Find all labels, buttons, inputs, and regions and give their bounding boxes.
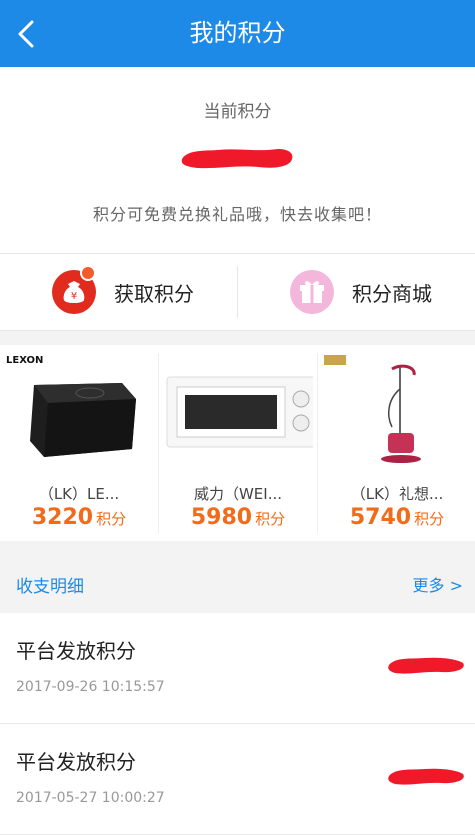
product-carousel: LEXON （LK）LE... 3220 积分 威力（WEI... 5980 积分 <box>0 345 475 541</box>
brand-logo <box>324 355 346 365</box>
record-name: 平台发放积分 <box>16 750 136 774</box>
record-time: 2017-05-27 10:00:27 <box>16 790 165 806</box>
record-amount-redacted <box>388 657 464 674</box>
price-unit: 积分 <box>414 510 445 528</box>
product-price: 3220 积分 <box>0 505 158 530</box>
actions-row: ¥ 获取积分 积分商城 <box>0 254 475 331</box>
earn-points-label: 获取积分 <box>114 282 194 306</box>
product-price: 5980 积分 <box>159 505 317 530</box>
points-hint: 积分可免费兑换礼品哦，快去收集吧！ <box>92 205 382 224</box>
record-name: 平台发放积分 <box>16 639 136 663</box>
points-mall-label: 积分商城 <box>352 282 432 306</box>
earn-points-button[interactable]: ¥ 获取积分 <box>0 254 237 330</box>
product-image-microwave <box>166 376 313 448</box>
price-value: 5740 <box>349 505 412 530</box>
product-price: 5740 积分 <box>318 505 475 530</box>
svg-text:¥: ¥ <box>71 291 77 302</box>
brand-logo-text: LEXON <box>6 355 43 366</box>
list-item[interactable]: 平台发放积分 2017-09-26 10:15:57 <box>0 613 475 724</box>
product-name: 威力（WEI... <box>193 485 283 503</box>
list-item[interactable]: 平台发放积分 2017-05-27 10:00:27 <box>0 724 475 835</box>
notification-dot <box>80 265 96 281</box>
records-header: 收支明细 更多 > <box>0 556 475 612</box>
points-card: 当前积分 积分可免费兑换礼品哦，快去收集吧！ <box>0 67 475 254</box>
product-image-speaker: LEXON <box>6 355 136 457</box>
page-title: 我的积分 <box>189 19 286 47</box>
product-card[interactable]: （LK）礼想... 5740 积分 <box>318 345 475 541</box>
price-unit: 积分 <box>96 510 127 528</box>
price-value: 5980 <box>190 505 253 530</box>
record-amount-redacted <box>388 768 464 785</box>
record-time: 2017-09-26 10:15:57 <box>16 679 165 695</box>
product-image-steamer <box>324 355 421 463</box>
product-name: （LK）LE... <box>38 485 120 503</box>
price-value: 3220 <box>31 505 94 530</box>
records-title: 收支明细 <box>16 577 84 597</box>
points-label: 当前积分 <box>203 102 272 122</box>
points-mall-button[interactable]: 积分商城 <box>238 254 475 330</box>
gift-icon <box>290 270 334 314</box>
price-unit: 积分 <box>255 510 286 528</box>
product-name: （LK）礼想... <box>350 485 444 503</box>
more-link[interactable]: 更多 > <box>413 572 464 596</box>
app-header: 我的积分 <box>0 0 475 67</box>
product-card[interactable]: 威力（WEI... 5980 积分 <box>159 345 317 541</box>
product-card[interactable]: LEXON （LK）LE... 3220 积分 <box>0 345 158 541</box>
points-value-redacted <box>181 149 293 169</box>
